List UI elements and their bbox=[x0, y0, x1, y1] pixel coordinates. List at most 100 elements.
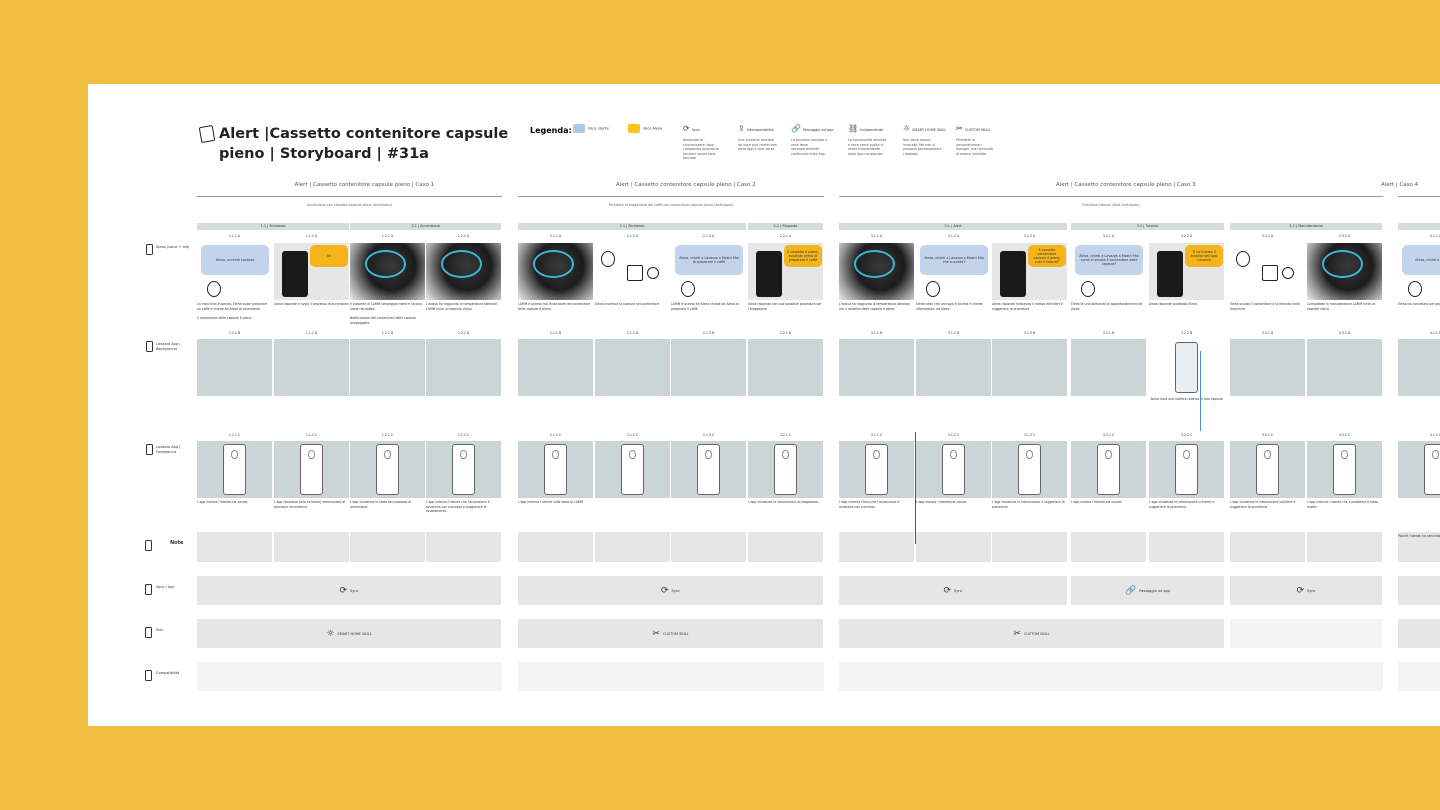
timeline-marker bbox=[915, 432, 916, 544]
case-divider bbox=[197, 196, 502, 197]
frame-id: 2.1.1 C bbox=[549, 433, 562, 437]
app-foreground-frame bbox=[916, 441, 991, 498]
app-icon bbox=[384, 450, 391, 459]
tools-icon: ✂ bbox=[1013, 628, 1021, 639]
frame-id: 3.1.3 A bbox=[1023, 234, 1036, 238]
coffee-machine-image bbox=[1000, 251, 1026, 297]
alexa-frame bbox=[518, 243, 593, 300]
user-avatar bbox=[1408, 281, 1422, 297]
voice-app-label: Sync bbox=[671, 588, 680, 593]
app-icon bbox=[1264, 450, 1271, 459]
phone-screen bbox=[1018, 444, 1041, 495]
section-header: 3.2 | Tutorial bbox=[1071, 223, 1224, 230]
app-background-frame bbox=[1071, 339, 1146, 396]
app-background-frame bbox=[839, 339, 914, 396]
frame-id: 3.2.1 B bbox=[1102, 331, 1115, 335]
case-title: Alert | Cassetto contenitore capsule pie… bbox=[294, 182, 435, 188]
phone-screen bbox=[223, 444, 246, 495]
frame-id: 3.2.2 A bbox=[1180, 234, 1193, 238]
frame-id: 2.2.1 A bbox=[779, 234, 792, 238]
app-icon bbox=[950, 450, 957, 459]
user-avatar bbox=[681, 281, 695, 297]
frame-id: 1.2.1 A bbox=[381, 234, 394, 238]
note-cell bbox=[748, 532, 823, 562]
alexa-frame: Alexa, chiedi a Lavazza... bbox=[1398, 243, 1440, 300]
phone-screen bbox=[865, 444, 888, 495]
alexa-frame: Alexa, chiedi a Lavazza a Mostri Mio com… bbox=[1071, 243, 1146, 300]
frame-id: 2.1.2 C bbox=[626, 433, 639, 437]
legend-item-label: Sync bbox=[691, 128, 701, 132]
case-divider bbox=[839, 196, 1383, 197]
compatibility-band bbox=[197, 662, 502, 691]
app-background-frame bbox=[1149, 339, 1224, 396]
alexa-frame bbox=[426, 243, 501, 300]
frame-id: 3.2.1 A bbox=[1102, 234, 1115, 238]
row-icon bbox=[146, 341, 153, 352]
frame-id: 1.2.2 A bbox=[457, 234, 470, 238]
frame-caption: Alexa risponde con una possibile procedu… bbox=[748, 302, 822, 311]
app-foreground-frame bbox=[1230, 441, 1305, 498]
alexa-frame: Alexa, chiedi a Lavazza a Mostri Mio di … bbox=[671, 243, 746, 300]
legend-item: ✂ CUSTOM SKILL Permette di personalizzare … bbox=[956, 124, 1006, 156]
frame-caption: Alexa invia una notifica relativa al tip… bbox=[1150, 397, 1223, 401]
note-cell bbox=[274, 532, 349, 562]
note-cell bbox=[595, 532, 670, 562]
case-subtitle: Richiesta di erogazione del caffè con co… bbox=[608, 203, 734, 207]
frame-caption: Il pulsante di LAMM lampeggia mentre l'a… bbox=[350, 302, 422, 311]
sync-icon: ⟳ bbox=[661, 585, 669, 596]
app-background-frame bbox=[916, 339, 991, 396]
tools-icon: ✂ bbox=[652, 628, 660, 639]
legend-item: ⛓ Indipendente La funzionalità attivata a … bbox=[848, 124, 898, 156]
frame-id: 1.1.2 C bbox=[305, 433, 318, 437]
legend-item-label: Indipendente bbox=[860, 128, 884, 132]
app-icon bbox=[873, 450, 880, 459]
frame-id: 1.2.2 B bbox=[457, 331, 470, 335]
frame-id: 1.1.1 B bbox=[228, 331, 241, 335]
section-header: 2.2 | Risposta bbox=[748, 223, 823, 230]
frame-caption: L'app visualizza le informazioni e sugge… bbox=[992, 500, 1065, 509]
legend-item-label: Interoperabilità bbox=[746, 128, 774, 132]
app-icon bbox=[1183, 450, 1190, 459]
frame-id: 2.1.1 A bbox=[549, 234, 562, 238]
app-background-frame bbox=[1230, 339, 1305, 396]
note-cell bbox=[1071, 532, 1146, 562]
row-icon bbox=[145, 540, 152, 551]
app-foreground-frame bbox=[197, 441, 272, 498]
legend-item-label: Voce utente bbox=[588, 126, 609, 131]
app-foreground-frame bbox=[748, 441, 823, 498]
alexa-frame: Ti ho inviato il tutorial nell'app Lavaz… bbox=[1149, 243, 1224, 300]
skill-band bbox=[1230, 619, 1382, 648]
frame-id: 1.1.2 B bbox=[305, 331, 318, 335]
voice-app-band: ⟳ Sync bbox=[197, 576, 501, 605]
note-cell bbox=[992, 532, 1067, 562]
frame-caption: Completata la manutenzione LAMM invia un… bbox=[1307, 302, 1376, 311]
alexa-frame: Il cassetto è pieno, svuotalo prima di p… bbox=[748, 243, 823, 300]
frame-caption: La macchina è spenta. Elena vuole prepar… bbox=[197, 302, 268, 311]
capsule-drawing bbox=[1282, 267, 1294, 279]
frame-caption: L'app informa l'utente sullo stato di LA… bbox=[518, 500, 584, 504]
app-foreground-frame bbox=[671, 441, 746, 498]
section-header: 2.1 | Richiesta bbox=[518, 223, 746, 230]
case-subtitle: Accensione con cassetto capsule pieno (A… bbox=[307, 203, 392, 207]
frame-id: 1.2.2 C bbox=[457, 433, 470, 437]
frame-caption: Elena inserisce la capsula nel contenito… bbox=[595, 302, 660, 306]
case-divider bbox=[518, 196, 824, 197]
user-avatar bbox=[601, 251, 615, 267]
frame-caption: Elena fa una domanda di approfondimento … bbox=[1071, 302, 1143, 311]
note-cell bbox=[1307, 532, 1382, 562]
app-foreground-frame bbox=[1307, 441, 1382, 498]
skill-band: ✂ CUSTOM SKILL bbox=[518, 619, 823, 648]
user-voice-bubble: Alexa, chiedi a Lavazza a Mostri Mio che… bbox=[920, 245, 988, 275]
section-header: 1.1 | Richiesta bbox=[197, 223, 349, 230]
link-arrow bbox=[1200, 351, 1201, 431]
compatibility-band bbox=[839, 662, 1383, 691]
frame-caption: LAMM è accesa ed Elena chiede ad Alexa d… bbox=[671, 302, 739, 311]
note-cell bbox=[350, 532, 425, 562]
skill-band: ☼ SMART HOME SKILL bbox=[197, 619, 501, 648]
legend-item-label: CUSTOM SKILL bbox=[964, 128, 991, 132]
phone-screen bbox=[1097, 444, 1120, 495]
frame-caption-secondary: Il contenitore delle capsule è pieno. bbox=[197, 316, 253, 320]
frame-id: 3.3.1 A bbox=[1261, 234, 1274, 238]
phone-screen bbox=[697, 444, 720, 495]
compatibility-band bbox=[518, 662, 824, 691]
